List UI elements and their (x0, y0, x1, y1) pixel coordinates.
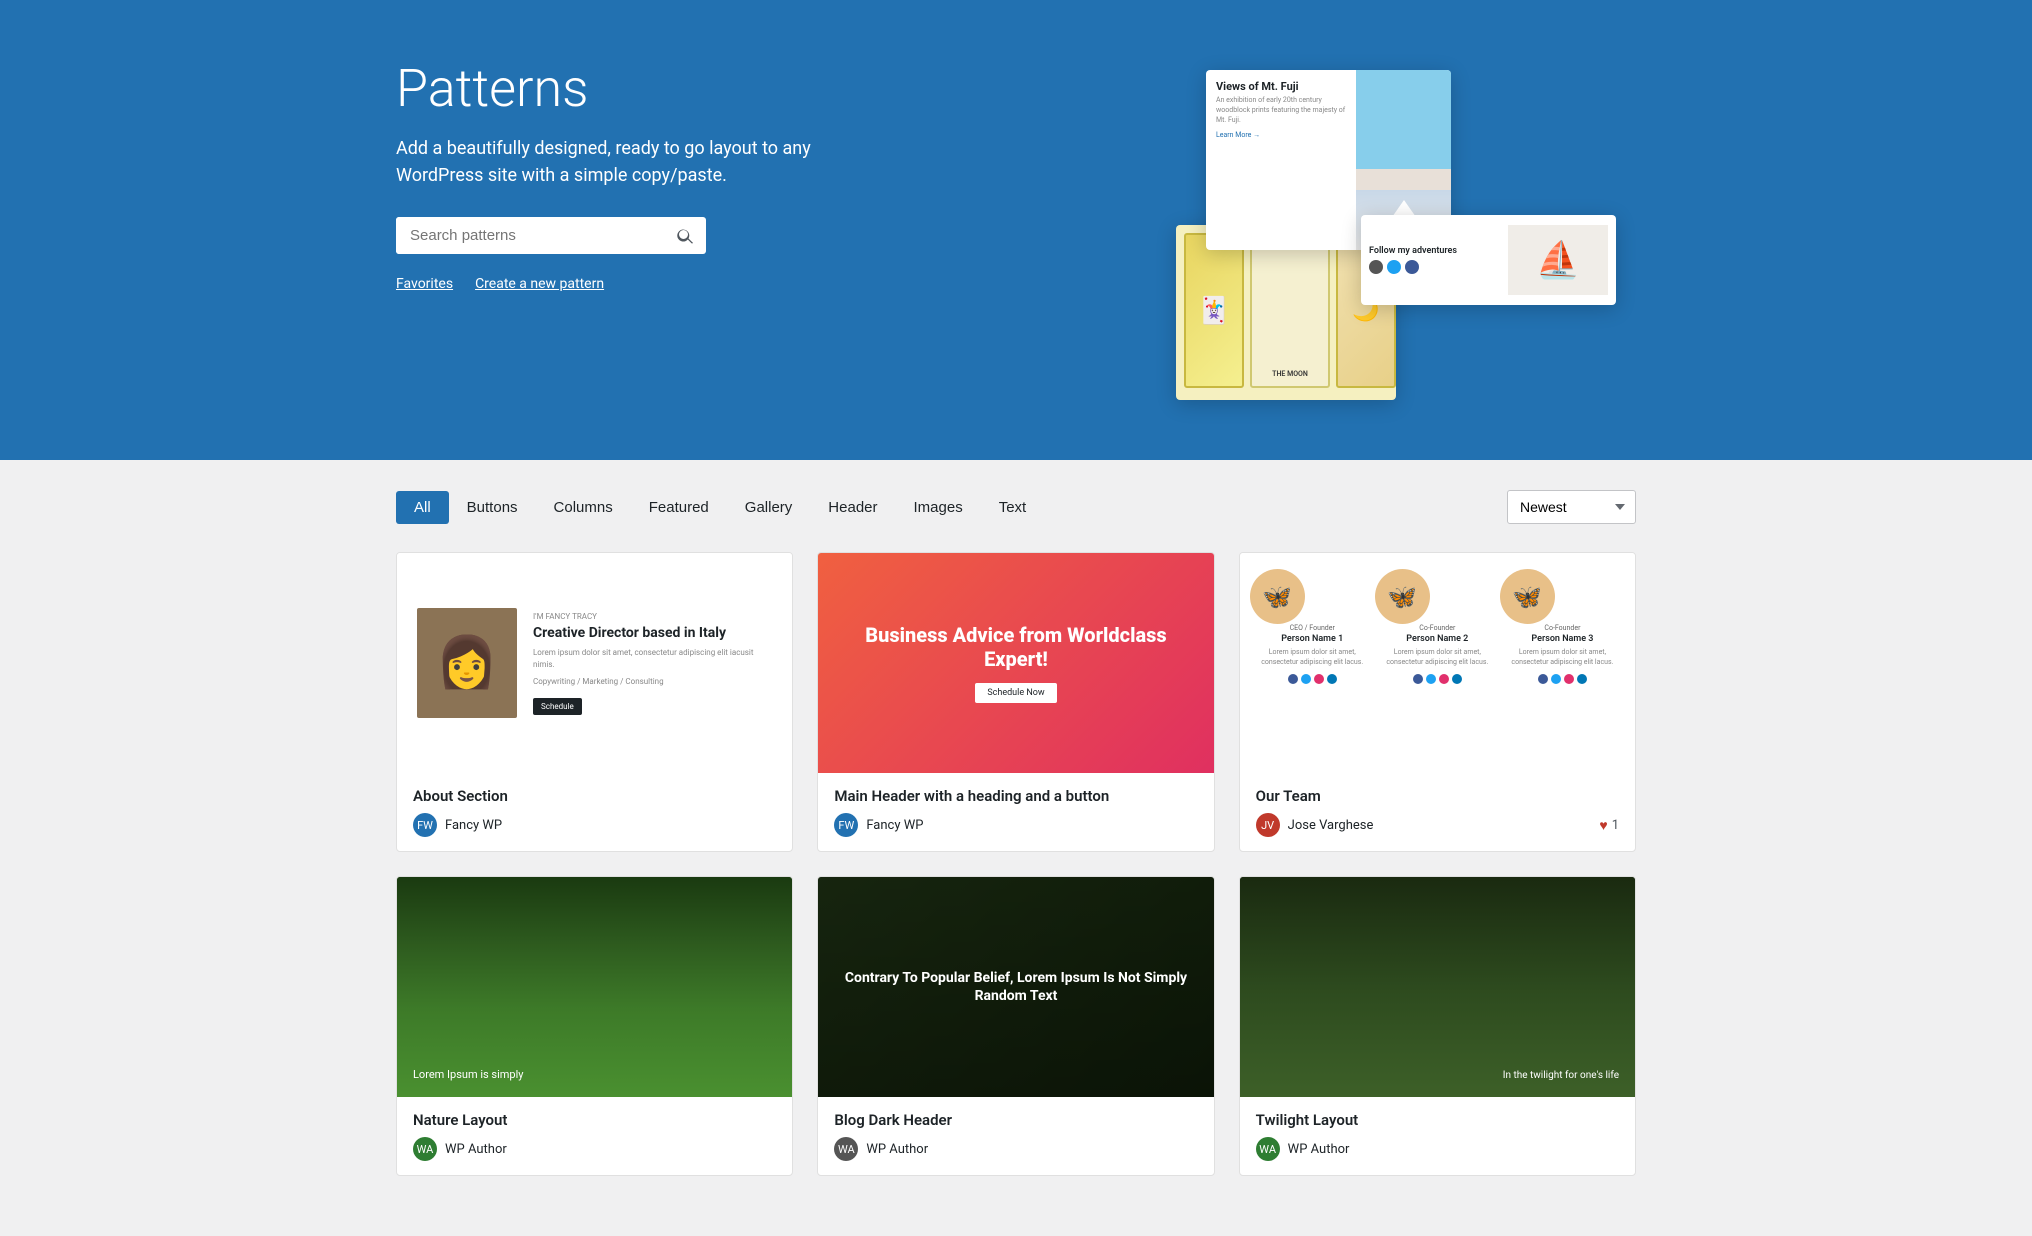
team-member-3: 🦋 Co-Founder Person Name 3 Lorem ipsum d… (1500, 569, 1625, 684)
search-input[interactable] (396, 217, 664, 254)
team-member-1: 🦋 CEO / Founder Person Name 1 Lorem ipsu… (1250, 569, 1375, 684)
preview-blog-dark: Contrary To Popular Belief, Lorem Ipsum … (818, 877, 1213, 1097)
social-fb (1413, 674, 1423, 684)
social-fb (1538, 674, 1548, 684)
filter-bar: All Buttons Columns Featured Gallery Hea… (396, 490, 1636, 524)
sort-select[interactable]: Newest Oldest Most Popular (1507, 490, 1636, 524)
pattern-card-about-section[interactable]: 👩 I'M FANCY TRACY Creative Director base… (396, 552, 793, 852)
heart-icon: ♥ (1599, 817, 1607, 834)
pattern-info-our-team: Our Team JV Jose Varghese ♥ 1 (1240, 773, 1635, 851)
pattern-meta: WA WP Author (1256, 1137, 1619, 1161)
pattern-avatar: WA (834, 1137, 858, 1161)
pattern-author: WP Author (866, 1142, 928, 1157)
pattern-title: Nature Layout (413, 1111, 776, 1129)
preview-main-header: Business Advice from Worldclass Expert! … (818, 553, 1213, 773)
pattern-title: Our Team (1256, 787, 1619, 805)
search-button[interactable] (664, 219, 706, 253)
page-title: Patterns (396, 60, 936, 117)
preview-about-section: 👩 I'M FANCY TRACY Creative Director base… (397, 553, 792, 773)
pattern-likes: ♥ 1 (1599, 817, 1619, 834)
social-tw (1301, 674, 1311, 684)
pattern-meta: FW Fancy WP (834, 813, 1197, 837)
hero-section: Patterns Add a beautifully designed, rea… (0, 0, 2032, 460)
twilight-text: In the twilight for one's life (1503, 1070, 1619, 1081)
hero-subtitle: Add a beautifully designed, ready to go … (396, 135, 846, 189)
hero-left: Patterns Add a beautifully designed, rea… (396, 60, 936, 292)
pattern-avatar: JV (1256, 813, 1280, 837)
social-tw (1551, 674, 1561, 684)
social-fb (1288, 674, 1298, 684)
social-li (1327, 674, 1337, 684)
filter-tabs: All Buttons Columns Featured Gallery Hea… (396, 491, 1044, 524)
pattern-info-blog-dark: Blog Dark Header WA WP Author (818, 1097, 1213, 1175)
tab-columns[interactable]: Columns (536, 491, 631, 524)
pattern-avatar: FW (834, 813, 858, 837)
preview-mh-btn: Schedule Now (975, 683, 1056, 703)
pattern-info-twilight: Twilight Layout WA WP Author (1240, 1097, 1635, 1175)
team-member-2: 🦋 Co-Founder Person Name 2 Lorem ipsum d… (1375, 569, 1500, 684)
patterns-grid: 👩 I'M FANCY TRACY Creative Director base… (396, 552, 1636, 1176)
pattern-meta: JV Jose Varghese ♥ 1 (1256, 813, 1619, 837)
search-wrapper (396, 217, 706, 254)
preview-twilight: In the twilight for one's life (1240, 877, 1635, 1097)
hero-images: Views of Mt. Fuji An exhibition of early… (1176, 60, 1636, 400)
pattern-card-blog-dark[interactable]: Contrary To Popular Belief, Lorem Ipsum … (817, 876, 1214, 1176)
preview-our-team: 🦋 CEO / Founder Person Name 1 Lorem ipsu… (1240, 553, 1635, 773)
tab-images[interactable]: Images (896, 491, 981, 524)
social-li (1577, 674, 1587, 684)
pattern-meta: WA WP Author (413, 1137, 776, 1161)
pattern-info-main-header: Main Header with a heading and a button … (818, 773, 1213, 851)
tab-all[interactable]: All (396, 491, 449, 524)
team-avatar-2: 🦋 (1375, 569, 1430, 624)
pattern-card-forest[interactable]: Lorem Ipsum is simply Nature Layout WA W… (396, 876, 793, 1176)
pattern-info-forest: Nature Layout WA WP Author (397, 1097, 792, 1175)
pattern-card-main-header[interactable]: Business Advice from Worldclass Expert! … (817, 552, 1214, 852)
team-avatar-3: 🦋 (1500, 569, 1555, 624)
pattern-title: Twilight Layout (1256, 1111, 1619, 1129)
tab-header[interactable]: Header (810, 491, 895, 524)
main-content: All Buttons Columns Featured Gallery Hea… (356, 460, 1676, 1236)
pattern-avatar: FW (413, 813, 437, 837)
preview-card-ship: Follow my adventures ⛵ (1361, 215, 1616, 305)
tab-gallery[interactable]: Gallery (727, 491, 811, 524)
likes-count: 1 (1612, 818, 1619, 833)
pattern-author: Fancy WP (445, 818, 502, 833)
pattern-avatar: WA (1256, 1137, 1280, 1161)
tab-featured[interactable]: Featured (631, 491, 727, 524)
pattern-meta: WA WP Author (834, 1137, 1197, 1161)
hero-links: Favorites Create a new pattern (396, 276, 936, 292)
pattern-author: Fancy WP (866, 818, 923, 833)
pattern-info-about: About Section FW Fancy WP (397, 773, 792, 851)
pattern-author: WP Author (445, 1142, 507, 1157)
social-ig (1439, 674, 1449, 684)
pattern-title: Blog Dark Header (834, 1111, 1197, 1129)
favorites-link[interactable]: Favorites (396, 276, 453, 292)
team-avatar-1: 🦋 (1250, 569, 1305, 624)
forest-text: Lorem Ipsum is simply (413, 1068, 523, 1081)
pattern-card-twilight[interactable]: In the twilight for one's life Twilight … (1239, 876, 1636, 1176)
pattern-card-our-team[interactable]: 🦋 CEO / Founder Person Name 1 Lorem ipsu… (1239, 552, 1636, 852)
social-tw (1426, 674, 1436, 684)
preview-forest: Lorem Ipsum is simply (397, 877, 792, 1097)
blog-dark-title: Contrary To Popular Belief, Lorem Ipsum … (838, 969, 1193, 1005)
about-text: I'M FANCY TRACY Creative Director based … (517, 612, 772, 715)
tab-text[interactable]: Text (981, 491, 1045, 524)
pattern-avatar: WA (413, 1137, 437, 1161)
social-ig (1564, 674, 1574, 684)
tab-buttons[interactable]: Buttons (449, 491, 536, 524)
pattern-title: Main Header with a heading and a button (834, 787, 1197, 805)
pattern-meta: FW Fancy WP (413, 813, 776, 837)
pattern-author: Jose Varghese (1288, 818, 1374, 833)
social-ig (1314, 674, 1324, 684)
pattern-author: WP Author (1288, 1142, 1350, 1157)
create-pattern-link[interactable]: Create a new pattern (475, 276, 604, 292)
preview-mh-heading: Business Advice from Worldclass Expert! (838, 623, 1193, 671)
social-li (1452, 674, 1462, 684)
search-icon (676, 227, 694, 245)
pattern-title: About Section (413, 787, 776, 805)
about-portrait: 👩 (417, 608, 517, 718)
